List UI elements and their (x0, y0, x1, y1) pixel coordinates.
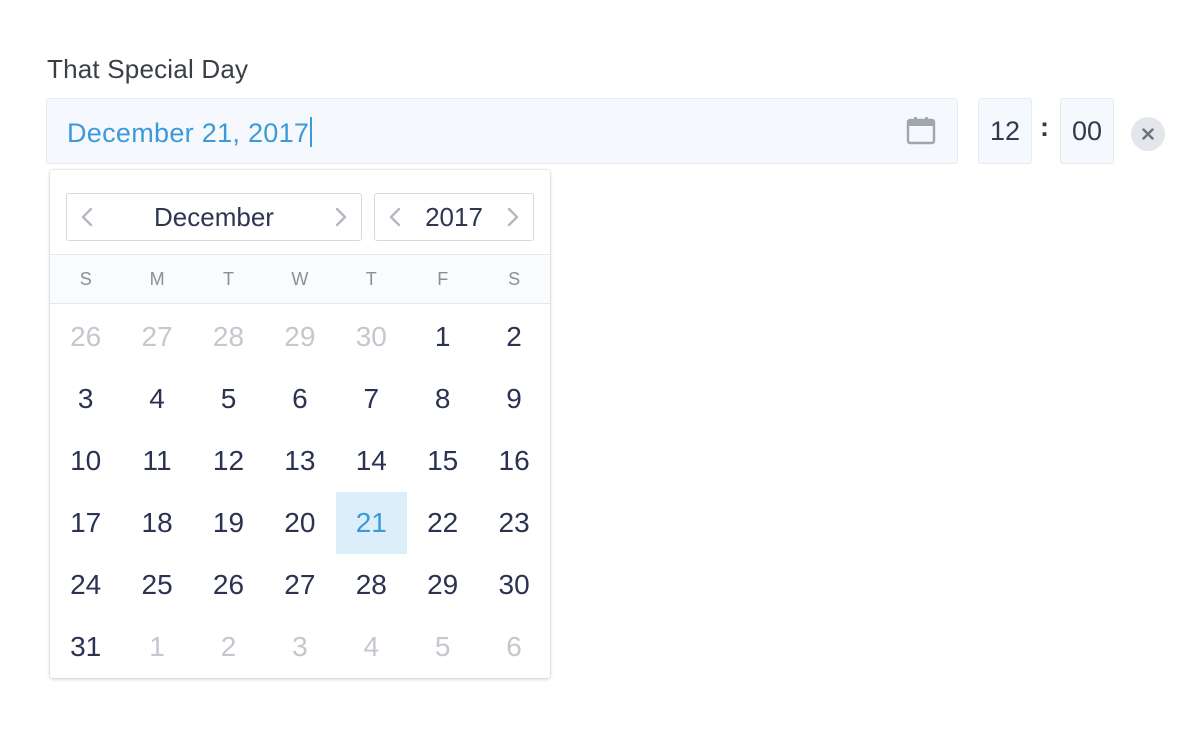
day-cell[interactable]: 15 (407, 430, 478, 492)
day-cell[interactable]: 2 (193, 616, 264, 678)
year-selector: 2017 (374, 193, 534, 241)
minute-input[interactable]: 00 (1060, 98, 1114, 164)
weekday-label: S (79, 269, 92, 289)
date-input[interactable]: December 21, 2017 (46, 98, 958, 164)
day-cell[interactable]: 28 (336, 554, 407, 616)
day-cell[interactable]: 22 (407, 492, 478, 554)
day-cell[interactable]: 23 (478, 492, 549, 554)
day-cell[interactable]: 4 (336, 616, 407, 678)
day-cell[interactable]: 5 (193, 368, 264, 430)
day-cell[interactable]: 28 (193, 306, 264, 368)
field-label: That Special Day (47, 54, 249, 84)
time-separator: : (1040, 112, 1049, 142)
day-cell[interactable]: 26 (193, 554, 264, 616)
weekday-header: SMTWTFS (50, 254, 550, 304)
day-cell[interactable]: 30 (478, 554, 549, 616)
month-label[interactable]: December (67, 194, 361, 240)
hour-input[interactable]: 12 (978, 98, 1032, 164)
close-icon (1142, 128, 1154, 140)
day-cell[interactable]: 10 (50, 430, 121, 492)
day-cell[interactable]: 1 (407, 306, 478, 368)
day-cell[interactable]: 16 (478, 430, 549, 492)
day-cell[interactable]: 6 (478, 616, 549, 678)
day-cell[interactable]: 14 (336, 430, 407, 492)
day-cell[interactable]: 27 (121, 306, 192, 368)
day-cell[interactable]: 3 (50, 368, 121, 430)
day-cell[interactable]: 8 (407, 368, 478, 430)
weekday-label: S (508, 269, 521, 289)
clear-button[interactable] (1131, 117, 1165, 151)
day-cell[interactable]: 6 (264, 368, 335, 430)
day-cell[interactable]: 9 (478, 368, 549, 430)
day-cell[interactable]: 17 (50, 492, 121, 554)
day-cell[interactable]: 3 (264, 616, 335, 678)
day-cell[interactable]: 2 (478, 306, 549, 368)
day-cell[interactable]: 12 (193, 430, 264, 492)
day-cell[interactable]: 30 (336, 306, 407, 368)
weekday-label: W (291, 269, 309, 289)
day-cell[interactable]: 31 (50, 616, 121, 678)
day-cell[interactable]: 26 (50, 306, 121, 368)
chevron-right-icon[interactable] (329, 206, 351, 228)
day-cell[interactable]: 4 (121, 368, 192, 430)
date-input-value: December 21, 2017 (67, 117, 313, 149)
weekday-label: T (222, 269, 234, 289)
calendar-dropdown: December 2017 SMTWTFS 26 27 28 29 30 1 2 3 4 5 6 7 8… (50, 170, 550, 678)
weekday-label: T (365, 269, 377, 289)
day-cell[interactable]: 7 (336, 368, 407, 430)
month-selector: December (66, 193, 362, 241)
day-cell[interactable]: 19 (193, 492, 264, 554)
day-cell[interactable]: 11 (121, 430, 192, 492)
text-caret (310, 117, 313, 147)
day-cell[interactable]: 20 (264, 492, 335, 554)
day-cell-selected[interactable]: 21 (335, 492, 407, 554)
weekday-label: M (149, 269, 165, 289)
day-cell[interactable]: 24 (50, 554, 121, 616)
day-cell[interactable]: 5 (407, 616, 478, 678)
weekday-label: F (437, 269, 449, 289)
day-cell[interactable]: 1 (121, 616, 192, 678)
day-cell[interactable]: 29 (264, 306, 335, 368)
chevron-right-icon[interactable] (501, 206, 523, 228)
day-cell[interactable]: 18 (121, 492, 192, 554)
calendar-icon[interactable] (906, 116, 936, 146)
day-cell[interactable]: 13 (264, 430, 335, 492)
day-cell[interactable]: 25 (121, 554, 192, 616)
day-cell[interactable]: 29 (407, 554, 478, 616)
day-cell[interactable]: 27 (264, 554, 335, 616)
